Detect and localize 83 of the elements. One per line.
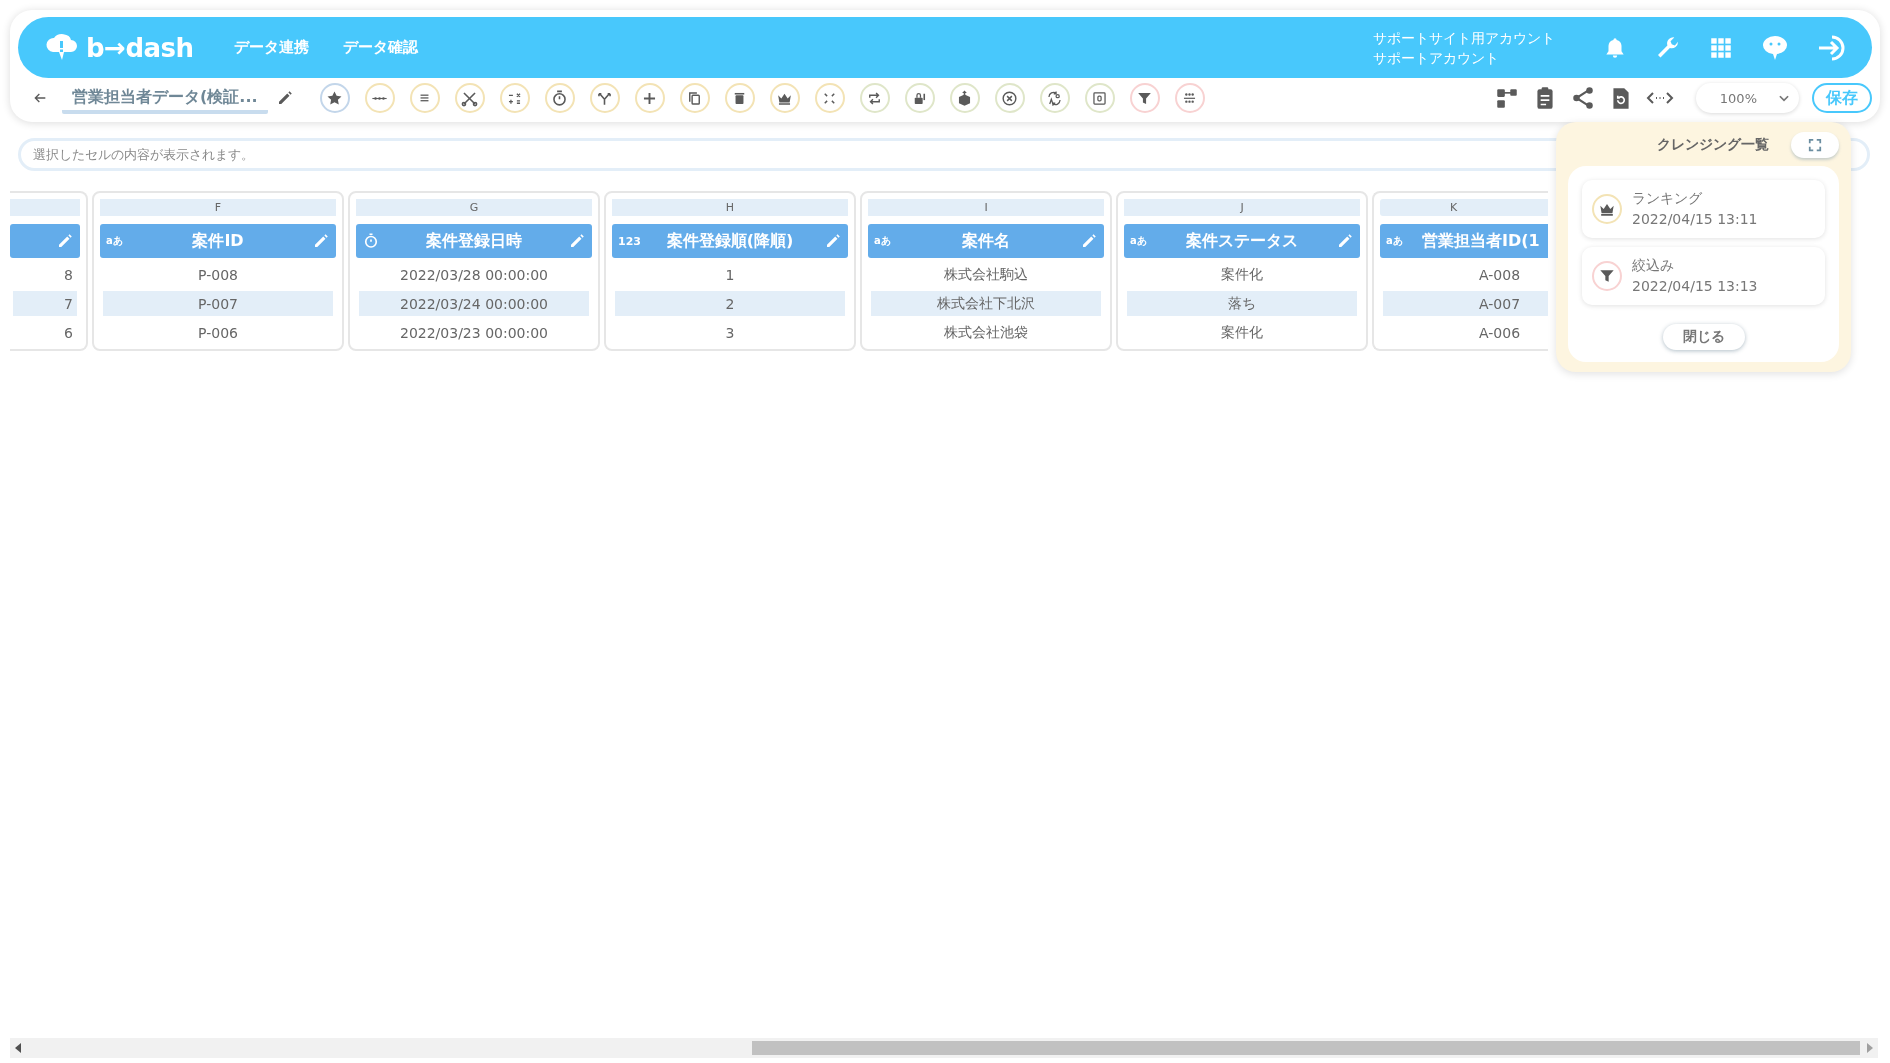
cleansing-item[interactable]: 絞込み 2022/04/15 13:13 — [1582, 247, 1825, 305]
plus-icon[interactable] — [634, 83, 665, 113]
column-title: 案件名 — [962, 230, 1010, 252]
table-cell: 株式会社池袋 — [944, 323, 1028, 342]
swap-icon[interactable] — [1039, 83, 1070, 113]
table-cell: 落ち — [1228, 294, 1256, 313]
column-letter: G — [356, 199, 592, 216]
table-cell: P-007 — [198, 295, 238, 312]
table-cell: 1 — [725, 266, 735, 283]
number-type-label: 123 — [618, 234, 641, 248]
text-type-label: aあ — [106, 234, 123, 248]
column-letter: F — [100, 199, 336, 216]
logo-text: b→dash — [86, 32, 194, 63]
dataset-title[interactable]: 営業担当者データ(検証... — [62, 86, 268, 114]
scroll-left-icon[interactable] — [15, 1043, 23, 1053]
column-title: 案件登録順(降順) — [666, 230, 794, 252]
account-site: サポートサイト用アカウント — [1373, 28, 1555, 48]
table-cell: 株式会社駒込 — [944, 265, 1028, 284]
copy-icon[interactable] — [679, 83, 710, 113]
table-cell: 2022/03/24 00:00:00 — [400, 295, 548, 312]
column-letter: H — [612, 199, 848, 216]
list-icon[interactable] — [409, 83, 440, 113]
zoom-select[interactable]: 100% — [1696, 83, 1799, 113]
nav-link[interactable]: データ連携 — [233, 38, 309, 57]
stopwatch-icon — [362, 232, 380, 250]
save-button[interactable]: 保存 — [1812, 83, 1872, 113]
text-type-label: aあ — [874, 234, 891, 248]
table-cell: 7 — [64, 295, 73, 312]
table-cell: 6 — [64, 324, 73, 341]
panel-title: クレンジング一覧 — [1657, 136, 1769, 154]
cleansing-item[interactable]: ランキング 2022/04/15 13:11 — [1582, 180, 1825, 238]
scissors-icon[interactable] — [454, 83, 485, 113]
crown-icon[interactable] — [769, 83, 800, 113]
table-cell: A-006 — [1479, 324, 1521, 341]
column-header[interactable]: aあ 営業担当者ID(1 — [1380, 224, 1548, 258]
table-cell: 株式会社下北沢 — [937, 294, 1035, 313]
table-cell: P-008 — [198, 266, 238, 283]
frame-icon[interactable] — [1084, 83, 1115, 113]
column-title: 案件ステータス — [1186, 230, 1298, 252]
column-letter: I — [868, 199, 1104, 216]
table-cell: 案件化 — [1221, 323, 1263, 342]
cancel-icon[interactable] — [994, 83, 1025, 113]
cleansing-time: 2022/04/15 13:11 — [1632, 210, 1758, 229]
table-cell: A-008 — [1479, 266, 1521, 283]
column-header[interactable]: aあ 案件名 — [868, 224, 1104, 258]
table-cell: 3 — [725, 324, 735, 341]
table-cell: 2022/03/28 00:00:00 — [400, 266, 548, 283]
text-type-label: aあ — [1386, 234, 1403, 248]
cleansing-name: ランキング — [1632, 189, 1703, 208]
column-title: 案件登録日時 — [426, 230, 522, 252]
column-title: 営業担当者ID(1 — [1422, 230, 1540, 252]
stopwatch-icon[interactable] — [544, 83, 575, 113]
column-header[interactable]: aあ 案件ID — [100, 224, 336, 258]
table-cell: 2 — [725, 295, 735, 312]
trash-icon[interactable] — [724, 83, 755, 113]
cleansing-name: 絞込み — [1632, 256, 1675, 275]
text-type-label: aあ — [1130, 234, 1147, 248]
column-title: 案件ID — [192, 230, 244, 252]
column-header[interactable]: 案件登録日時 — [356, 224, 592, 258]
table-cell: A-007 — [1479, 295, 1521, 312]
repeat-icon[interactable] — [859, 83, 890, 113]
nav-link[interactable]: データ確認 — [342, 38, 418, 57]
close-button[interactable]: 閉じる — [1662, 324, 1745, 350]
column-letter: K — [1380, 199, 1548, 216]
column-letter: J — [1124, 199, 1360, 216]
table-cell: 2022/03/23 00:00:00 — [400, 324, 548, 341]
expand-icon[interactable] — [1791, 132, 1839, 158]
account-name: サポートアカウント — [1373, 48, 1500, 68]
cleansing-time: 2022/04/15 13:13 — [1632, 277, 1758, 296]
column-header[interactable]: aあ 案件ステータス — [1124, 224, 1360, 258]
scrollbar-thumb[interactable] — [752, 1041, 1860, 1055]
box-upload-icon[interactable] — [949, 83, 980, 113]
table-cell: 案件化 — [1221, 265, 1263, 284]
share-icon[interactable] — [1570, 85, 1596, 111]
dots-icon[interactable] — [364, 83, 395, 113]
table-cell: P-006 — [198, 324, 238, 341]
group-icon[interactable] — [1174, 83, 1205, 113]
column-header[interactable]: 123 案件登録順(降順) — [612, 224, 848, 258]
lock-icon[interactable] — [904, 83, 935, 113]
fork-icon[interactable] — [589, 83, 620, 113]
filter-icon[interactable] — [1129, 83, 1160, 113]
calculator-icon[interactable] — [499, 83, 530, 113]
table-cell: 8 — [64, 266, 73, 283]
